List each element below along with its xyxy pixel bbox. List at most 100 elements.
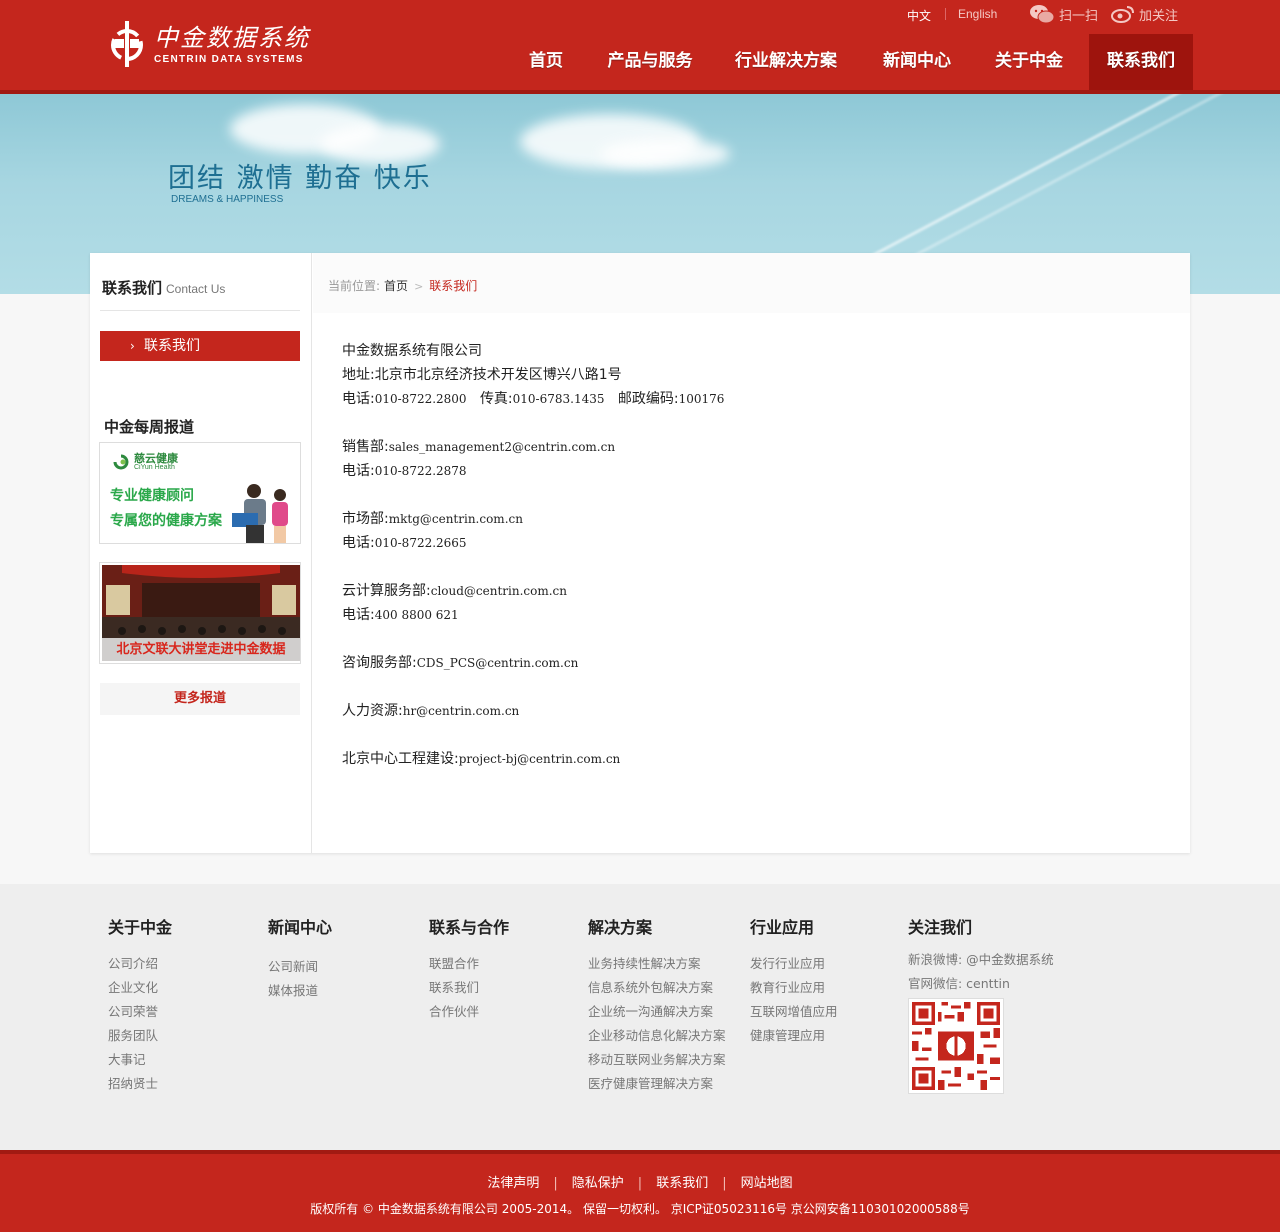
cloud-phone-label: 电话: xyxy=(342,607,375,623)
consult-email-link[interactable]: CDS_PCS@centrin.com.cn xyxy=(417,656,579,670)
market-email-row: 市场部:mktg@centrin.com.cn xyxy=(342,507,724,531)
footer-link[interactable]: 公司新闻 xyxy=(268,955,332,979)
footer-col-solutions: 解决方案 业务持续性解决方案 信息系统外包解决方案 企业统一沟通解决方案 企业移… xyxy=(588,914,726,1096)
footer-link[interactable]: 信息系统外包解决方案 xyxy=(588,976,726,1000)
market-phone-label: 电话: xyxy=(342,535,375,551)
footer-link[interactable]: 公司荣誉 xyxy=(108,1000,172,1024)
link-divider: | xyxy=(637,1176,643,1191)
nav-item-solutions[interactable]: 行业解决方案 xyxy=(720,34,852,90)
lecture-news-caption: 北京文联大讲堂走进中金数据 xyxy=(102,638,300,661)
copyright-text: 版权所有 © 中金数据系统有限公司 2005-2014。 保留一切权利。 京IC… xyxy=(310,1202,970,1216)
sales-phone-label: 电话: xyxy=(342,463,375,479)
footer-link[interactable]: 教育行业应用 xyxy=(750,976,838,1000)
sidebar-divider xyxy=(100,310,300,311)
footer-link[interactable]: 企业移动信息化解决方案 xyxy=(588,1024,726,1048)
ciyun-logo-icon xyxy=(113,454,129,470)
footer-link[interactable]: 业务持续性解决方案 xyxy=(588,952,726,976)
footer-link[interactable]: 健康管理应用 xyxy=(750,1024,838,1048)
qr-code-icon xyxy=(908,998,1004,1094)
sales-label: 销售部: xyxy=(342,439,389,455)
project-email-row: 北京中心工程建设:project-bj@centrin.com.cn xyxy=(342,747,724,771)
lang-english-link[interactable]: English xyxy=(958,7,997,21)
breadcrumb-current: 联系我们 xyxy=(429,279,478,293)
zip-label: 邮政编码: xyxy=(617,391,679,407)
wechat-scan-link[interactable]: 扫一扫 xyxy=(1029,4,1098,24)
project-email-link[interactable]: project-bj@centrin.com.cn xyxy=(459,752,621,766)
sidebar-title: 联系我们 Contact Us xyxy=(102,277,225,298)
ciyun-brand: 慈云健康 CiYun Health xyxy=(112,453,178,471)
hr-email-row: 人力资源:hr@centrin.com.cn xyxy=(342,699,724,723)
main-nav: 首页 产品与服务 行业解决方案 新闻中心 关于中金 联系我们 xyxy=(0,34,1280,90)
nav-item-about[interactable]: 关于中金 xyxy=(980,34,1078,90)
sales-phone-value: 010-8722.2878 xyxy=(374,464,467,478)
privacy-link[interactable]: 隐私保护 xyxy=(572,1176,624,1191)
footer-link[interactable]: 医疗健康管理解决方案 xyxy=(588,1072,726,1096)
sidebar: 联系我们 Contact Us › 联系我们 中金每周报道 慈云健康 CiYun … xyxy=(90,253,312,853)
footer-link[interactable]: 招纳贤士 xyxy=(108,1072,172,1096)
consult-email-row: 咨询服务部:CDS_PCS@centrin.com.cn xyxy=(342,651,724,675)
scan-label: 扫一扫 xyxy=(1059,7,1099,23)
banner-cloud xyxy=(600,139,730,169)
weekly-report-title: 中金每周报道 xyxy=(104,418,195,436)
banner-slogan: 团结 激情 勤奋 快乐 xyxy=(168,163,432,194)
ciyun-health-ad[interactable]: 慈云健康 CiYun Health 专业健康顾问 专属您的健康方案 xyxy=(99,442,301,544)
lecture-news-ad[interactable]: 北京文联大讲堂走进中金数据 xyxy=(99,562,301,664)
address-label: 地址: xyxy=(342,367,375,383)
footer-link[interactable]: 企业文化 xyxy=(108,976,172,1000)
sales-email-link[interactable]: sales_management2@centrin.com.cn xyxy=(389,440,615,454)
footer-link[interactable]: 联盟合作 xyxy=(429,952,509,976)
sitemap-link[interactable]: 网站地图 xyxy=(741,1176,793,1191)
market-email-link[interactable]: mktg@centrin.com.cn xyxy=(389,512,523,526)
footer-link[interactable]: 企业统一沟通解决方案 xyxy=(588,1000,726,1024)
footer-link[interactable]: 服务团队 xyxy=(108,1024,172,1048)
bottom-bar: 法律声明 | 隐私保护 | 联系我们 | 网站地图 版权所有 © 中金数据系统有限公司 20… xyxy=(0,1150,1280,1232)
more-news-button[interactable]: 更多报道 xyxy=(100,683,300,715)
zip-value: 100176 xyxy=(678,392,725,406)
fax-value: 010-6783.1435 xyxy=(512,392,605,406)
footer-link[interactable]: 联系我们 xyxy=(429,976,509,1000)
sidebar-item-contact[interactable]: › 联系我们 xyxy=(100,331,300,361)
footer-col-title: 新闻中心 xyxy=(268,918,333,937)
footer-col-about: 关于中金 公司介绍 企业文化 公司荣誉 服务团队 大事记 招纳贤士 xyxy=(108,914,172,1096)
footer-link[interactable]: 大事记 xyxy=(108,1048,172,1072)
breadcrumb-bar: 当前位置: 首页 > 联系我们 xyxy=(313,253,1190,313)
lang-divider xyxy=(945,8,946,20)
breadcrumb: 当前位置: 首页 > 联系我们 xyxy=(328,277,477,294)
footer-link[interactable]: 公司介绍 xyxy=(108,952,172,976)
breadcrumb-home-link[interactable]: 首页 xyxy=(384,279,408,293)
weibo-follow-link[interactable]: 加关注 xyxy=(1111,4,1178,24)
contact-info: 中金数据系统有限公司 地址:北京市北京经济技术开发区博兴八路1号 电话:010-… xyxy=(342,339,724,771)
ciyun-brand-en: CiYun Health xyxy=(134,464,175,471)
site-footer: 关于中金 公司介绍 企业文化 公司荣誉 服务团队 大事记 招纳贤士 新闻中心 公… xyxy=(0,884,1280,1150)
ad-headline-2: 专属您的健康方案 xyxy=(110,513,222,529)
top-bar: 中文 English 扫一扫 加关注 xyxy=(0,4,1280,24)
chevron-right-icon: › xyxy=(130,339,135,353)
cloud-email-link[interactable]: cloud@centrin.com.cn xyxy=(431,584,567,598)
footer-link[interactable]: 移动互联网业务解决方案 xyxy=(588,1048,726,1072)
cloud-phone-value: 400 8800 621 xyxy=(374,608,459,622)
footer-link[interactable]: 合作伙伴 xyxy=(429,1000,509,1024)
footer-col-title: 关注我们 xyxy=(908,918,973,937)
wechat-icon xyxy=(1030,5,1055,24)
footer-col-title: 行业应用 xyxy=(750,918,815,937)
nav-item-news[interactable]: 新闻中心 xyxy=(868,34,966,90)
legal-link[interactable]: 法律声明 xyxy=(487,1176,539,1191)
lang-chinese-link[interactable]: 中文 xyxy=(907,7,931,24)
contact-link[interactable]: 联系我们 xyxy=(656,1176,708,1191)
link-divider: | xyxy=(553,1176,558,1191)
content-panel: 联系我们 Contact Us › 联系我们 中金每周报道 慈云健康 CiYun … xyxy=(90,253,1190,853)
weibo-account-link[interactable]: 新浪微博: @中金数据系统 xyxy=(908,948,1054,972)
nav-item-products[interactable]: 产品与服务 xyxy=(592,34,708,90)
address-row: 地址:北京市北京经济技术开发区博兴八路1号 xyxy=(342,363,724,387)
footer-col-title: 联系与合作 xyxy=(429,918,510,937)
hr-email-link[interactable]: hr@centrin.com.cn xyxy=(403,704,520,718)
footer-link[interactable]: 媒体报道 xyxy=(268,979,332,1003)
nav-item-home[interactable]: 首页 xyxy=(512,34,580,90)
nav-item-contact[interactable]: 联系我们 xyxy=(1089,34,1193,90)
hr-label: 人力资源: xyxy=(342,703,403,719)
project-label: 北京中心工程建设: xyxy=(342,751,459,767)
main-content: 当前位置: 首页 > 联系我们 中金数据系统有限公司 地址:北京市北京经济技术开发区博… xyxy=(313,253,1190,853)
footer-link[interactable]: 互联网增值应用 xyxy=(750,1000,838,1024)
sales-phone-row: 电话:010-8722.2878 xyxy=(342,459,724,483)
footer-link[interactable]: 发行行业应用 xyxy=(750,952,838,976)
